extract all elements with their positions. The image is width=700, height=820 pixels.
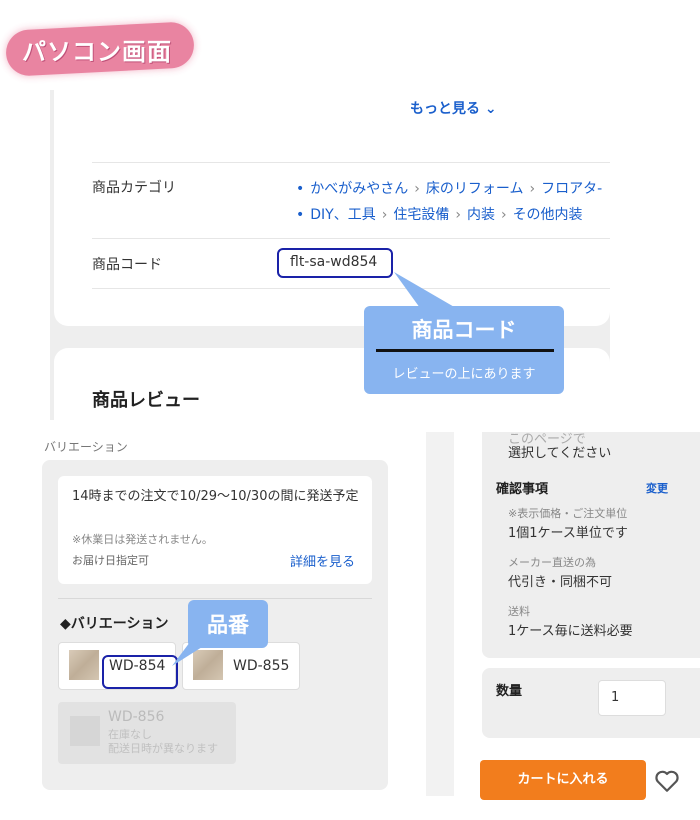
confirm-title: 確認事項 [496,482,549,497]
heart-icon[interactable] [654,768,680,794]
category-link[interactable]: フロアタ- [541,181,602,197]
category-line-2: • DIY、工具 › 住宅設備 › 内装 › その他内装 [296,204,583,224]
more-link-label: もっと見る [410,101,480,117]
shipping-value: 1ケース毎に送料必要 [508,624,633,639]
variation-header: バリエーション [44,440,128,454]
delivery-status: 配送日時が異なります [108,742,218,755]
bullet-icon: • [296,207,305,223]
category-link[interactable]: その他内装 [513,207,583,223]
category-link[interactable]: 住宅設備 [393,207,449,223]
chevron-right-icon: › [455,207,461,223]
chevron-right-icon: › [500,207,507,223]
price-value: 1個1ケース単位です [508,526,628,541]
maker-note: メーカー直送の為 [508,556,596,569]
chevron-down-icon: ⌄ [484,101,497,117]
divider [92,238,610,239]
chevron-right-icon: › [381,207,388,223]
category-line-1: • かべがみやさん › 床のリフォーム › フロアタ- [296,178,602,198]
maker-value: 代引き・同梱不可 [508,575,613,590]
category-label: 商品カテゴリ [92,180,176,196]
divider [92,162,610,163]
quantity-label: 数量 [496,684,523,699]
quantity-panel [482,668,700,738]
stock-status: 在庫なし [108,728,152,741]
category-link[interactable]: かべがみやさん [310,181,408,197]
holiday-note: ※休業日は発送されません。 [72,533,213,546]
divider [58,598,372,599]
change-link[interactable]: 変更 [646,480,668,496]
code-label: 商品コード [92,257,162,273]
code-highlight-box [277,248,393,278]
more-link[interactable]: もっと見る ⌄ [410,98,497,118]
chevron-right-icon: › [414,181,420,197]
variation-thumbnail [69,650,99,680]
select-prompt: 選択してください [508,446,612,461]
part-callout-label: 品番 [207,613,249,637]
bullet-icon: • [296,181,305,197]
review-title: 商品レビュー [92,390,200,411]
detail-link[interactable]: 詳細を見る [290,551,355,570]
category-link[interactable]: DIY、工具 [310,207,375,223]
variation-thumbnail [70,716,100,746]
divider [92,288,610,289]
column-gutter [426,432,454,796]
code-callout-subtitle: レビューの上にあります [392,367,536,382]
category-link[interactable]: 内装 [467,207,495,223]
variation-option-label: WD-856 [108,709,165,725]
badge-label: パソコン画面 [22,38,172,66]
quantity-input[interactable]: 1 [598,680,666,716]
variation-option-label: WD-855 [233,658,290,674]
date-note: お届け日指定可 [72,554,149,567]
part-number-highlight-box [102,655,178,689]
chevron-right-icon: › [529,181,536,197]
variation-title: ◆バリエーション [60,616,169,632]
shipping-text: 14時までの注文で10/29〜10/30の間に発送予定 [72,489,359,504]
category-link[interactable]: 床のリフォーム [426,181,524,197]
add-to-cart-button[interactable]: カートに入れる [480,760,646,800]
shipping-note: 送料 [508,605,530,618]
price-note: ※表示価格・ご注文単位 [508,507,628,520]
code-callout-title: 商品コード [411,318,517,342]
variation-status: 在庫なし 配送日時が異なります [108,728,218,756]
callout-underline [376,349,554,352]
